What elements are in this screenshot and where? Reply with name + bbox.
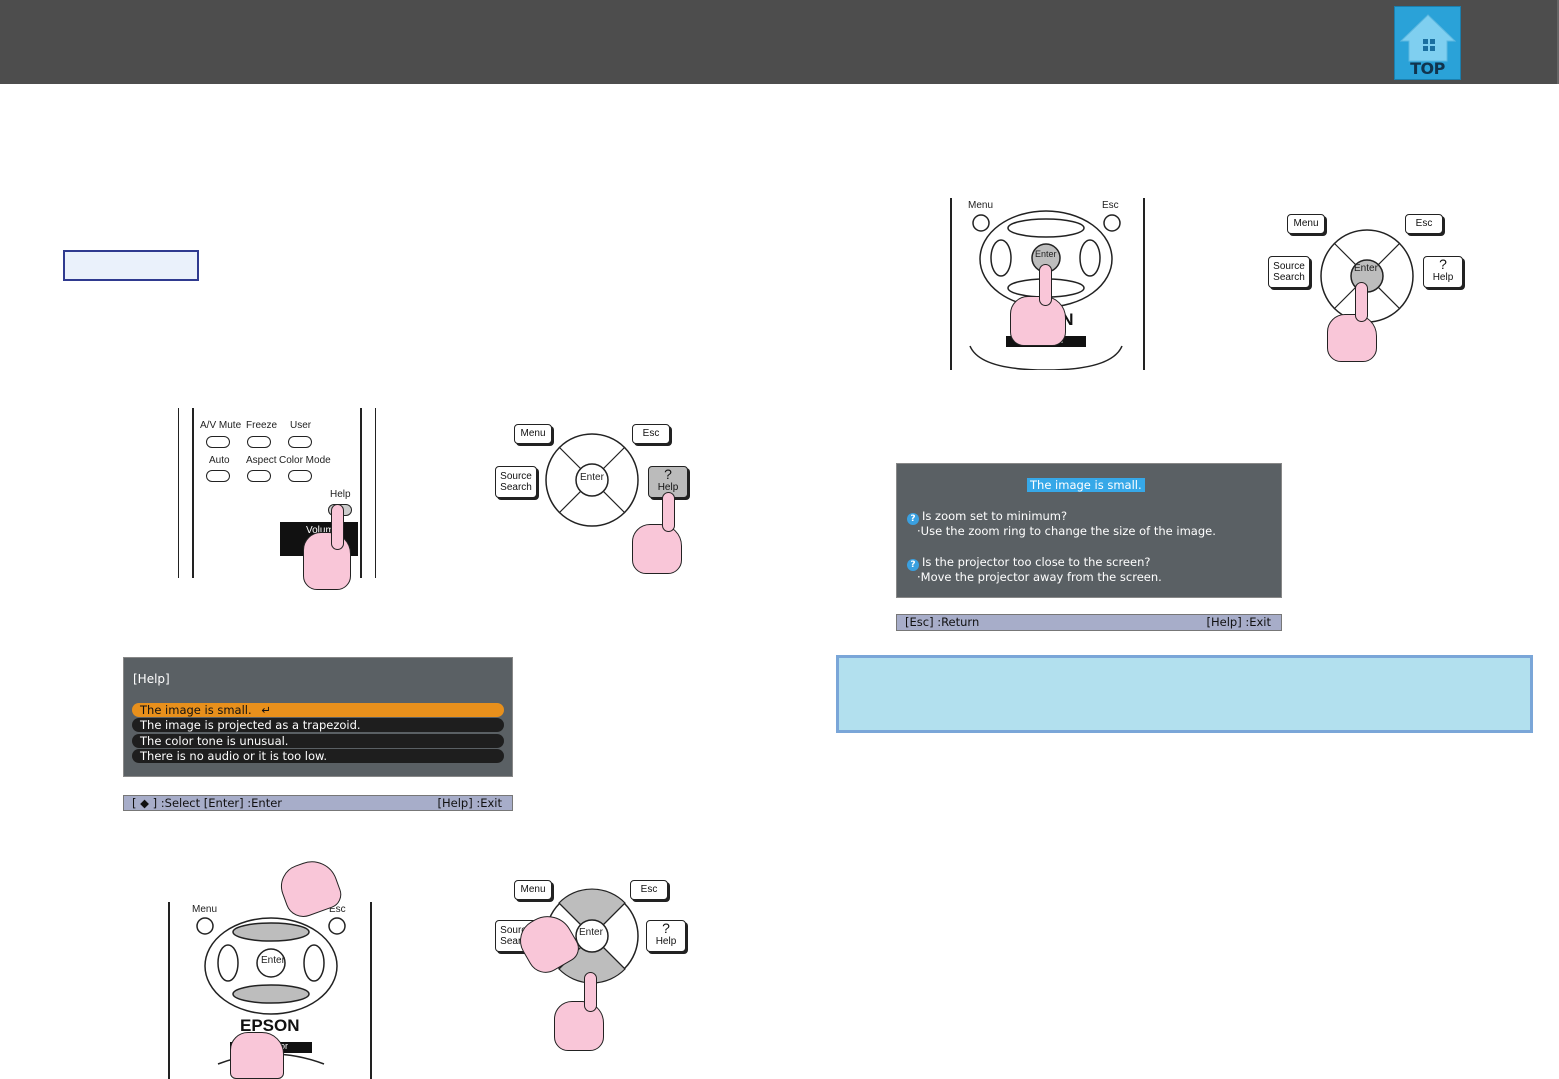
- auto-label: Auto: [209, 455, 230, 466]
- freeze-button[interactable]: [247, 436, 271, 448]
- question-1: ? Is zoom set to minimum?: [907, 509, 1067, 525]
- help-key[interactable]: ? Help: [1423, 256, 1463, 288]
- source-search-key[interactable]: Source Search: [1268, 256, 1310, 288]
- answer-2: ·Move the projector away from the screen…: [917, 570, 1162, 584]
- help-menu-guide-bar: [ ◆ ] :Select [Enter] :Enter [Help] :Exi…: [123, 795, 513, 811]
- pressing-hand: [1010, 296, 1066, 346]
- pressing-finger: [662, 492, 675, 532]
- pressing-finger: [1039, 264, 1052, 306]
- top-button[interactable]: TOP: [1394, 6, 1461, 80]
- pressing-finger: [584, 972, 597, 1012]
- note-box: [836, 655, 1533, 733]
- guide-right: [Help] :Exit: [437, 796, 503, 810]
- pressing-finger: [331, 504, 344, 550]
- help-item-color-tone[interactable]: The color tone is unusual.: [132, 734, 504, 748]
- help-item-image-small[interactable]: The image is small. ↵: [132, 703, 504, 717]
- pressing-hand: [1327, 314, 1377, 362]
- enter-key-label: Enter: [580, 472, 604, 483]
- control-panel-enter: Menu Esc Source Search Enter ? Help: [1265, 210, 1470, 365]
- help-menu-title: [Help]: [133, 672, 170, 686]
- help-label: Help: [330, 489, 351, 500]
- help-item-trapezoid[interactable]: The image is projected as a trapezoid.: [132, 718, 504, 732]
- help-key[interactable]: ? Help: [646, 920, 686, 952]
- enter-label: Enter: [1035, 249, 1057, 259]
- auto-button[interactable]: [206, 470, 230, 482]
- procedure-tab: [63, 250, 199, 281]
- help-detail-window: The image is small. ? Is zoom set to mini…: [896, 463, 1282, 598]
- guide-left: [ ◆ ] :Select [Enter] :Enter: [132, 796, 283, 810]
- top-label: TOP: [1410, 59, 1445, 78]
- color-mode-label: Color Mode: [279, 455, 331, 466]
- aspect-label: Aspect: [246, 455, 277, 466]
- av-mute-button[interactable]: [206, 436, 230, 448]
- home-icon: [1399, 14, 1457, 62]
- enter-label: Enter: [261, 955, 285, 966]
- question-2: ? Is the projector too close to the scree…: [907, 555, 1150, 571]
- color-mode-button[interactable]: [288, 470, 312, 482]
- enter-key-label: Enter: [1354, 263, 1378, 274]
- remote-control-help: A/V Mute Freeze User Auto Aspect Color M…: [178, 408, 378, 590]
- aspect-button[interactable]: [247, 470, 271, 482]
- user-label: User: [290, 420, 312, 431]
- answer-1: ·Use the zoom ring to change the size of…: [917, 524, 1216, 538]
- help-item-audio[interactable]: There is no audio or it is too low.: [132, 749, 504, 763]
- page-header: [0, 0, 1559, 84]
- help-detail-guide-bar: [Esc] :Return [Help] :Exit: [896, 614, 1282, 631]
- help-detail-title: The image is small.: [1027, 478, 1145, 492]
- pressing-finger: [1355, 282, 1368, 322]
- control-panel-updown: Menu Esc Source Search Enter ? Help: [492, 876, 692, 1051]
- enter-icon: ↵: [261, 703, 271, 717]
- remote-control-updown: Menu Esc Enter EPSON Projector: [168, 853, 374, 1079]
- control-panel-help: Menu Esc Source Search Enter ? Help: [492, 420, 692, 575]
- guide-left: [Esc] :Return: [905, 615, 980, 629]
- pressing-hand-down: [554, 1001, 604, 1051]
- pressing-hand: [632, 524, 682, 574]
- user-button[interactable]: [288, 436, 312, 448]
- remote-control-enter: Menu Esc Enter EPSON Projector: [950, 198, 1150, 370]
- help-menu-window: [Help] The image is small. ↵ The image i…: [123, 657, 513, 777]
- enter-key-label: Enter: [579, 927, 603, 938]
- av-mute-label: A/V Mute: [200, 420, 242, 431]
- pressing-hand-down: [230, 1032, 284, 1079]
- freeze-label: Freeze: [246, 420, 278, 431]
- guide-right: [Help] :Exit: [1206, 615, 1272, 629]
- source-search-key[interactable]: Source Search: [495, 466, 537, 498]
